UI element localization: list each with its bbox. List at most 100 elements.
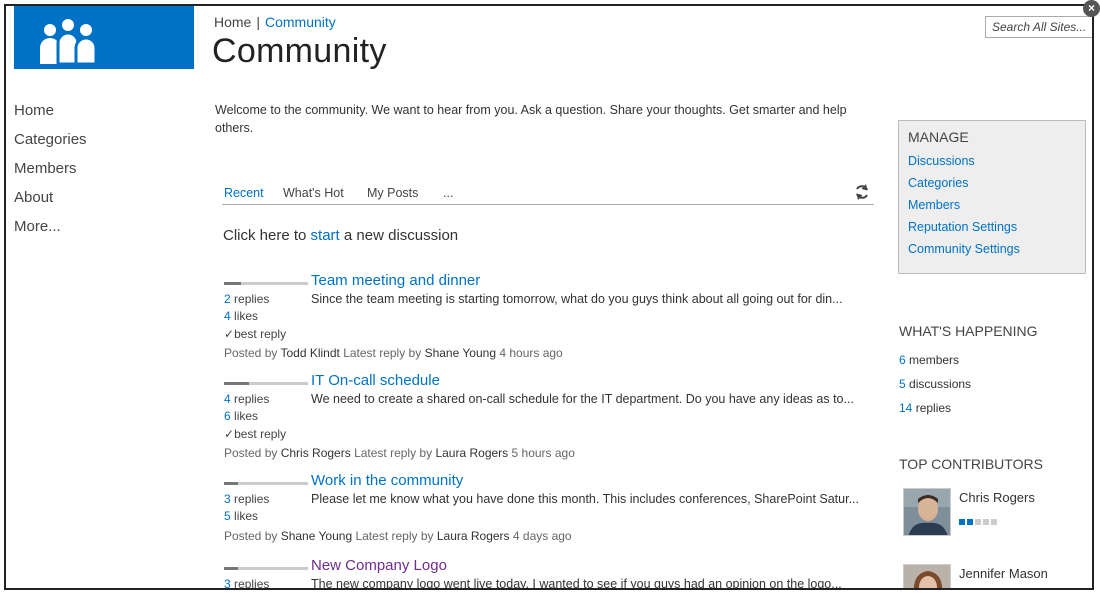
- discussion-excerpt: We need to create a shared on-call sched…: [311, 392, 854, 406]
- best-reply[interactable]: ✓best reply: [224, 427, 286, 441]
- top-contributors-heading: TOP CONTRIBUTORS: [899, 456, 1043, 472]
- posted-by-label: Posted by: [224, 446, 281, 460]
- reputation-square: [983, 519, 989, 525]
- post-time: 4 hours ago: [496, 346, 563, 360]
- manage-members-link[interactable]: Members: [908, 194, 1076, 216]
- discussion-title[interactable]: New Company Logo: [311, 557, 447, 574]
- activity-bar-fill: [224, 282, 241, 285]
- discussion-title[interactable]: IT On-call schedule: [311, 372, 440, 389]
- nav-item-about[interactable]: About: [14, 189, 87, 218]
- discussion-title[interactable]: Work in the community: [311, 472, 463, 489]
- likes-label: likes: [230, 509, 259, 523]
- contributor-name[interactable]: Jennifer Mason: [959, 566, 1048, 581]
- breadcrumb-community[interactable]: Community: [265, 14, 336, 30]
- latest-reply-label: Latest reply by: [352, 529, 437, 543]
- activity-bar-fill: [224, 567, 239, 570]
- replies-label: replies: [230, 292, 270, 306]
- discussions-stat[interactable]: 5 discussions: [899, 377, 971, 391]
- replies-total-label: replies: [912, 401, 952, 415]
- likes-count[interactable]: 6 likes: [224, 409, 258, 423]
- manage-panel: MANAGE Discussions Categories Members Re…: [898, 120, 1086, 274]
- replies-label: replies: [230, 577, 270, 590]
- replies-number: 4: [224, 392, 231, 406]
- contributor-name[interactable]: Chris Rogers: [959, 490, 1035, 505]
- post-meta: Posted by Chris Rogers Latest reply by L…: [224, 446, 575, 460]
- nav-item-more[interactable]: More...: [14, 218, 87, 247]
- reputation-indicator: [959, 512, 999, 530]
- likes-count[interactable]: 5 likes: [224, 509, 258, 523]
- site-logo[interactable]: [14, 6, 194, 69]
- search-input[interactable]: Search All Sites...: [985, 16, 1092, 38]
- post-author[interactable]: Shane Young: [281, 529, 352, 543]
- replies-number: 3: [224, 577, 231, 590]
- activity-bar: [224, 567, 308, 570]
- reputation-square: [991, 519, 997, 525]
- tab-more[interactable]: ...: [443, 186, 453, 200]
- close-icon[interactable]: ×: [1083, 0, 1100, 17]
- new-discussion-prompt: Click here to start a new discussion: [223, 227, 458, 244]
- community-site-window: Home | Community Community Search All Site…: [4, 4, 1094, 590]
- discussion-excerpt: Since the team meeting is starting tomor…: [311, 292, 843, 306]
- latest-reply-author[interactable]: Shane Young: [425, 346, 496, 360]
- tab-whats-hot[interactable]: What's Hot: [283, 186, 344, 200]
- post-time: 5 hours ago: [508, 446, 575, 460]
- whats-happening-heading: WHAT'S HAPPENING: [899, 323, 1038, 339]
- latest-reply-author[interactable]: Laura Rogers: [437, 529, 510, 543]
- reputation-square: [975, 519, 981, 525]
- replies-count[interactable]: 3 replies: [224, 492, 269, 506]
- discussions-number: 5: [899, 377, 906, 391]
- likes-count[interactable]: 4 likes: [224, 309, 258, 323]
- replies-total-number: 14: [899, 401, 913, 415]
- latest-reply-author[interactable]: Laura Rogers: [435, 446, 508, 460]
- manage-categories-link[interactable]: Categories: [908, 172, 1076, 194]
- left-navigation: Home Categories Members About More...: [14, 102, 87, 247]
- post-author[interactable]: Chris Rogers: [281, 446, 351, 460]
- start-text-after: a new discussion: [339, 227, 459, 244]
- refresh-icon[interactable]: [854, 184, 870, 205]
- post-meta: Posted by Shane Young Latest reply by La…: [224, 529, 572, 543]
- manage-discussions-link[interactable]: Discussions: [908, 150, 1076, 172]
- members-label: members: [905, 353, 960, 367]
- avatar[interactable]: [903, 564, 951, 588]
- breadcrumb-home[interactable]: Home: [214, 14, 251, 30]
- tab-recent[interactable]: Recent: [224, 186, 264, 200]
- best-reply[interactable]: ✓best reply: [224, 327, 286, 341]
- tab-my-posts[interactable]: My Posts: [367, 186, 418, 200]
- replies-label: replies: [230, 392, 270, 406]
- replies-label: replies: [230, 492, 270, 506]
- discussion-excerpt: The new company logo went live today. I …: [311, 577, 842, 590]
- breadcrumb-separator: |: [256, 14, 260, 30]
- nav-item-home[interactable]: Home: [14, 102, 87, 131]
- likes-label: likes: [230, 309, 259, 323]
- start-discussion-link[interactable]: start: [311, 227, 340, 244]
- members-number: 6: [899, 353, 906, 367]
- activity-bar: [224, 382, 308, 385]
- latest-reply-label: Latest reply by: [350, 446, 436, 460]
- replies-count[interactable]: 4 replies: [224, 392, 269, 406]
- best-reply-label: best reply: [234, 327, 287, 341]
- nav-item-categories[interactable]: Categories: [14, 131, 87, 160]
- replies-number: 3: [224, 492, 231, 506]
- latest-reply-label: Latest reply by: [339, 346, 425, 360]
- post-meta: Posted by Todd Klindt Latest reply by Sh…: [224, 346, 563, 360]
- manage-heading: MANAGE: [908, 129, 969, 145]
- community-settings-link[interactable]: Community Settings: [908, 238, 1076, 260]
- replies-count[interactable]: 3 replies: [224, 577, 270, 590]
- welcome-text: Welcome to the community. We want to hea…: [215, 103, 847, 135]
- discussion-tabs: Recent What's Hot My Posts ...: [222, 184, 874, 205]
- discussion-title[interactable]: Team meeting and dinner: [311, 272, 480, 289]
- nav-item-members[interactable]: Members: [14, 160, 87, 189]
- replies-count[interactable]: 2 replies: [224, 292, 269, 306]
- replies-stat[interactable]: 14 replies: [899, 401, 951, 415]
- breadcrumb: Home | Community: [214, 14, 336, 30]
- activity-bar: [224, 482, 308, 485]
- posted-by-label: Posted by: [224, 529, 281, 543]
- reputation-settings-link[interactable]: Reputation Settings: [908, 216, 1076, 238]
- avatar[interactable]: [903, 488, 951, 536]
- posted-by-label: Posted by: [224, 346, 281, 360]
- community-people-icon: [40, 19, 98, 66]
- start-text-before: Click here to: [223, 227, 311, 244]
- likes-number: 6: [224, 409, 231, 423]
- post-author[interactable]: Todd Klindt: [280, 346, 339, 360]
- members-stat[interactable]: 6 members: [899, 353, 959, 367]
